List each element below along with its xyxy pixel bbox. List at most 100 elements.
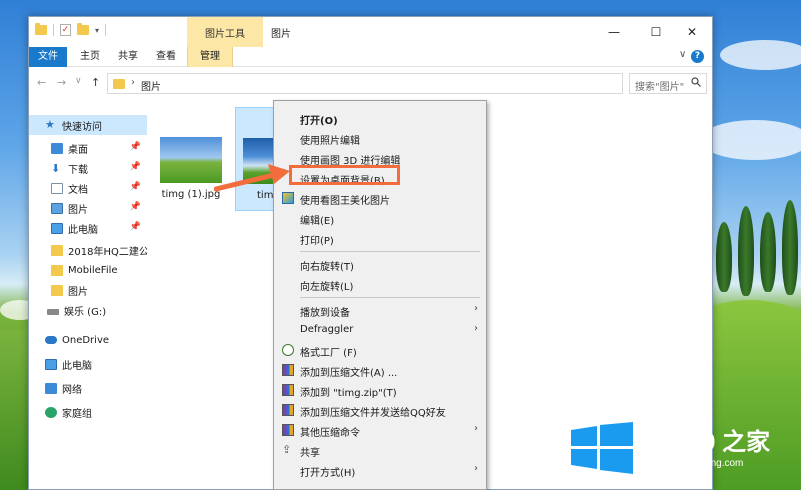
menu-item[interactable]: 添加到压缩文件并发送给QQ好友 [274,400,486,420]
menu-item-label: 共享 [300,448,320,459]
star-icon: ★ [45,118,55,131]
maximize-button[interactable]: ☐ [639,17,673,47]
new-folder-icon[interactable] [77,23,89,35]
ribbon-tabs: 文件 主页 共享 查看 管理 ∨ ? [29,47,712,67]
tab-share[interactable]: 共享 [111,47,145,67]
search-placeholder: 搜索"图片" [635,82,685,93]
submenu-arrow-icon: › [474,423,478,434]
sidebar-item[interactable]: ★ 快速访问 [29,115,147,135]
sidebar-item[interactable]: 2018年HQ二建公路 [29,240,147,260]
menu-item-label: 添加到压缩文件(A) ... [300,368,398,379]
menu-item-label: 其他压缩命令 [300,428,360,439]
homegroup-icon [45,406,57,418]
menu-item-label: 打开(O) [300,116,338,127]
back-icon[interactable]: ← [37,76,46,89]
sidebar-item[interactable]: 此电脑 📌 [29,218,147,238]
folder-icon [51,244,63,256]
sidebar-item[interactable]: 图片 [29,280,147,300]
menu-item[interactable]: 格式工厂 (F) [274,340,486,360]
watermark-url: www.win10xitong.com [645,458,744,469]
menu-item-label: 向右旋转(T) [300,262,354,273]
address-bar[interactable]: › 图片 ∨ ↻ [107,73,707,94]
sidebar-item[interactable]: 家庭组 [29,402,147,422]
sidebar-item-label: 此电脑 [62,360,92,372]
help-icon[interactable]: ? [691,50,704,63]
pin-icon[interactable]: 📌 [130,222,141,232]
sidebar-item[interactable]: OneDrive [29,330,147,350]
search-icon[interactable] [691,77,701,87]
sidebar-item-label: MobileFile [68,264,118,276]
pin-icon[interactable]: 📌 [130,162,141,172]
forward-icon[interactable]: → [57,76,66,89]
cloud [720,40,801,70]
sidebar-item[interactable]: 此电脑 [29,354,147,374]
expand-ribbon-icon[interactable]: ∨ [679,49,686,60]
sidebar-item-label: 图片 [68,204,88,216]
sidebar-item-label: 快速访问 [62,121,102,133]
sidebar-item[interactable]: 桌面 📌 [29,138,147,158]
tab-view[interactable]: 查看 [149,47,183,67]
menu-item[interactable]: 向右旋转(T) [274,254,486,274]
folder-icon [51,284,63,296]
window-title: 图片 [271,29,291,40]
menu-item[interactable]: Defraggler › [274,320,486,340]
share-icon: ⇪ [282,443,292,456]
breadcrumb-item[interactable]: 图片 [141,78,161,93]
menu-item[interactable]: 打开(O) [274,108,486,128]
sidebar-item[interactable]: 图片 📌 [29,198,147,218]
menu-item-label: 编辑(E) [300,216,335,227]
menu-item[interactable]: 编辑(E) [274,208,486,228]
download-icon: ⬇ [51,161,61,175]
customize-toolbar-icon[interactable]: ▾ [95,26,99,35]
menu-item-label: 播放到设备 [300,308,350,319]
pin-icon[interactable]: 📌 [130,182,141,192]
properties-icon[interactable]: ✓ [60,24,71,36]
menu-item[interactable]: 使用看图王美化图片 [274,188,486,208]
menu-item[interactable]: 使用照片编辑 [274,128,486,148]
pictures-icon [51,202,63,214]
menu-item[interactable]: 打开方式(H) › [274,460,486,480]
sidebar-item[interactable]: MobileFile [29,260,147,280]
menu-item[interactable]: 其他压缩命令 › [274,420,486,440]
folder-icon[interactable] [35,23,47,35]
tree [782,200,798,295]
document-icon [51,182,63,194]
image-thumbnail [160,137,222,183]
onedrive-icon [45,336,57,344]
sidebar-item[interactable]: 网络 [29,378,147,398]
watermark-logo: Win10 之家 www.win10xitong.com [571,418,801,490]
picture-tools-label: 图片工具 [205,29,245,40]
tree [760,212,776,292]
format-factory-icon [282,344,294,356]
menu-item[interactable]: 添加到 "timg.zip"(T) [274,380,486,400]
close-button[interactable]: ✕ [675,17,709,47]
tab-home[interactable]: 主页 [73,47,107,67]
minimize-button[interactable]: — [597,17,631,47]
pin-icon[interactable]: 📌 [130,202,141,212]
navigation-pane: ★ 快速访问桌面 📌 ⬇ 下载 📌 文档 📌 图片 📌 此电脑 📌 2018年HQ二建公路 MobileF… [29,107,147,490]
menu-item[interactable]: 播放到设备 › [274,300,486,320]
sidebar-item-label: 文档 [68,184,88,196]
pin-icon[interactable]: 📌 [130,142,141,152]
sidebar-item[interactable]: ⬇ 下载 📌 [29,158,147,178]
sidebar-item-label: 下载 [68,164,88,176]
up-icon[interactable]: ↑ [91,76,100,89]
tab-file[interactable]: 文件 [29,47,67,67]
tab-manage[interactable]: 管理 [187,47,233,67]
menu-item[interactable]: 打印(P) [274,228,486,248]
search-box[interactable]: 搜索"图片" [629,73,707,94]
menu-item-label: 使用照片编辑 [300,136,360,147]
sidebar-item-label: 娱乐 (G:) [64,306,107,318]
submenu-arrow-icon: › [474,323,478,334]
menu-item[interactable]: ⇪ 共享 [274,440,486,460]
sidebar-item[interactable]: 文档 📌 [29,178,147,198]
computer-icon [51,222,63,234]
toolbar-divider [105,24,107,36]
sidebar-item[interactable]: 娱乐 (G:) [29,300,147,320]
menu-item-label: 格式工厂 (F) [300,348,357,359]
menu-item[interactable]: 添加到压缩文件(A) ... [274,360,486,380]
computer-icon [45,358,57,370]
annotation-arrow-icon [214,164,290,192]
recent-locations-icon[interactable]: ∨ [75,76,82,86]
menu-item[interactable]: 向左旋转(L) [274,274,486,294]
